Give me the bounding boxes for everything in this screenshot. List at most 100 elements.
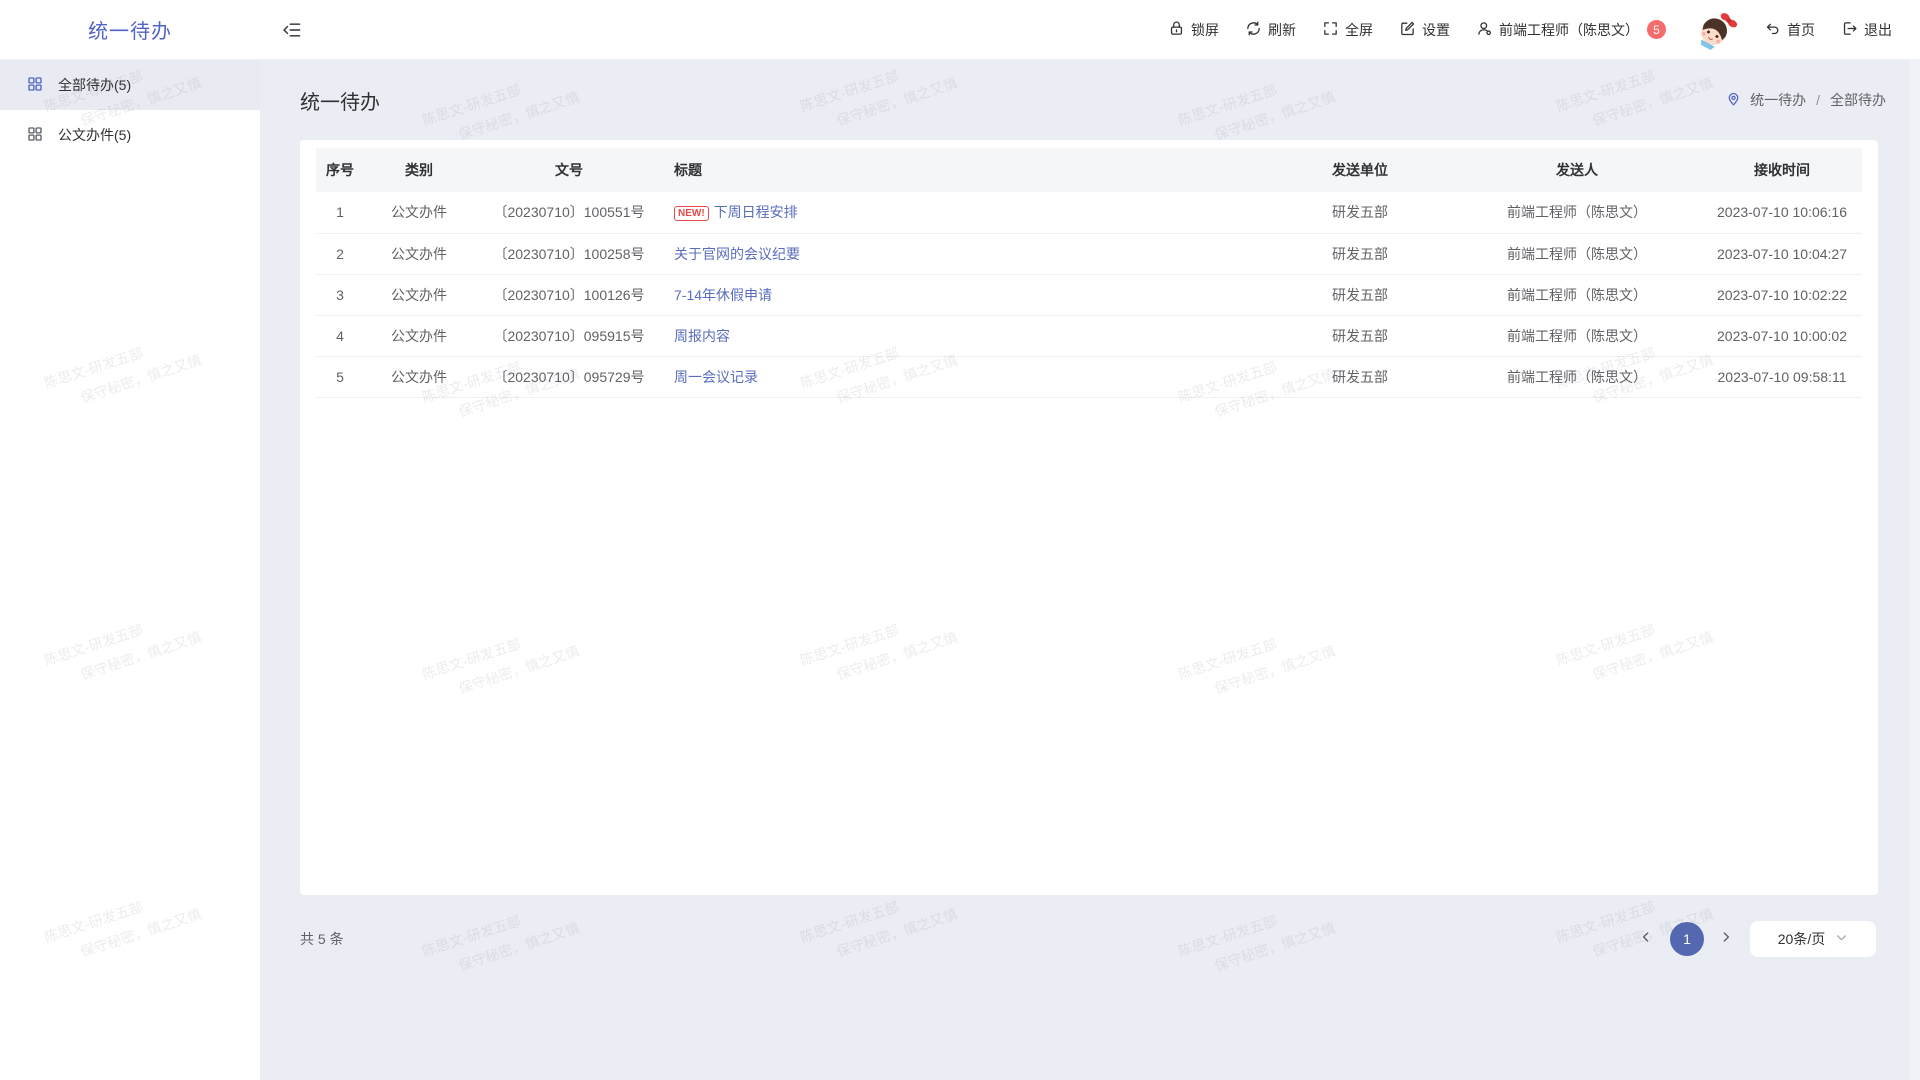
settings-label: 设置 — [1422, 20, 1450, 40]
scrollbar-track[interactable] — [1910, 60, 1920, 1080]
avatar-cartoon-girl — [1695, 7, 1738, 53]
doc-title-link[interactable]: 周一会议记录 — [674, 369, 758, 385]
cell-row-number: 3 — [316, 274, 364, 315]
cell-receive-time: 2023-07-10 10:04:27 — [1702, 233, 1862, 274]
home-button[interactable]: 首页 — [1764, 20, 1815, 40]
sidebar: 全部待办(5) 公文办件(5) — [0, 60, 260, 1080]
sidebar-item-official-docs[interactable]: 公文办件(5) — [0, 110, 260, 160]
table-row: 4公文办件〔20230710〕095915号周报内容 研发五部前端工程师（陈思文）… — [316, 315, 1862, 356]
cell-sender: 前端工程师（陈思文） — [1452, 233, 1702, 274]
doc-title-link[interactable]: 关于官网的会议纪要 — [674, 246, 800, 262]
user-icon — [1476, 20, 1493, 40]
table-header-row: 序号类别文号标题发送单位发送人接收时间 — [316, 148, 1862, 192]
logout-icon — [1841, 20, 1858, 40]
column-header: 标题 — [664, 148, 1268, 192]
settings-button[interactable]: 设置 — [1399, 20, 1450, 40]
next-page-button[interactable] — [1718, 930, 1736, 948]
user-menu[interactable]: 前端工程师（陈思文） 5 — [1476, 20, 1666, 40]
cell-row-number: 4 — [316, 315, 364, 356]
pagination: 1 20条/页 — [1638, 921, 1876, 957]
fullscreen-label: 全屏 — [1345, 20, 1373, 40]
cell-row-number: 2 — [316, 233, 364, 274]
cell-sender: 前端工程师（陈思文） — [1452, 274, 1702, 315]
cell-category: 公文办件 — [364, 315, 474, 356]
settings-edit-icon — [1399, 20, 1416, 40]
cell-title: 关于官网的会议纪要 — [664, 233, 1268, 274]
cell-category: 公文办件 — [364, 356, 474, 397]
page-size-value: 20条/页 — [1778, 929, 1825, 949]
cell-doc-number: 〔20230710〕100126号 — [474, 274, 664, 315]
fullscreen-button[interactable]: 全屏 — [1322, 20, 1373, 40]
breadcrumb-item[interactable]: 统一待办 — [1750, 90, 1806, 110]
new-badge: NEW! — [674, 206, 709, 221]
todo-table-card: 序号类别文号标题发送单位发送人接收时间 1公文办件〔20230710〕10055… — [300, 140, 1878, 895]
chevron-left-icon — [1638, 929, 1654, 950]
cell-doc-number: 〔20230710〕100258号 — [474, 233, 664, 274]
lock-screen-label: 锁屏 — [1191, 20, 1219, 40]
user-avatar[interactable] — [1692, 7, 1738, 53]
cell-sender: 前端工程师（陈思文） — [1452, 315, 1702, 356]
lock-screen-button[interactable]: 锁屏 — [1168, 20, 1219, 40]
table-row: 5公文办件〔20230710〕095729号周一会议记录 研发五部前端工程师（陈思… — [316, 356, 1862, 397]
cell-sending-unit: 研发五部 — [1268, 192, 1452, 233]
breadcrumb-separator: / — [1814, 92, 1822, 108]
refresh-icon — [1245, 20, 1262, 40]
column-header: 类别 — [364, 148, 474, 192]
column-header: 接收时间 — [1702, 148, 1862, 192]
cell-receive-time: 2023-07-10 10:02:22 — [1702, 274, 1862, 315]
cell-sending-unit: 研发五部 — [1268, 274, 1452, 315]
location-pin-icon — [1725, 90, 1742, 110]
table-row: 1公文办件〔20230710〕100551号NEW!下周日程安排研发五部前端工程… — [316, 192, 1862, 233]
chevron-right-icon — [1718, 929, 1734, 950]
cell-doc-number: 〔20230710〕100551号 — [474, 192, 664, 233]
cell-doc-number: 〔20230710〕095729号 — [474, 356, 664, 397]
main-content: 统一待办 统一待办 / 全部待办 序号类别文号标题发送单位发送人接收时间 1公文… — [260, 0, 1920, 957]
total-count: 共 5 条 — [300, 929, 344, 949]
page-number-active[interactable]: 1 — [1670, 922, 1704, 956]
sidebar-item-all-todo[interactable]: 全部待办(5) — [0, 60, 260, 110]
grid-icon — [26, 125, 44, 146]
header-actions: 锁屏 刷新 全屏 设置 — [1168, 7, 1920, 53]
refresh-label: 刷新 — [1268, 20, 1296, 40]
doc-title-link[interactable]: 下周日程安排 — [714, 204, 798, 220]
doc-title-link[interactable]: 7-14年休假申请 — [674, 287, 772, 303]
cell-sender: 前端工程师（陈思文） — [1452, 192, 1702, 233]
cell-receive-time: 2023-07-10 10:00:02 — [1702, 315, 1862, 356]
cell-title: 7-14年休假申请 — [664, 274, 1268, 315]
home-label: 首页 — [1787, 20, 1815, 40]
doc-title-link[interactable]: 周报内容 — [674, 328, 730, 344]
table-row: 2公文办件〔20230710〕100258号关于官网的会议纪要 研发五部前端工程师… — [316, 233, 1862, 274]
cell-sending-unit: 研发五部 — [1268, 315, 1452, 356]
cell-category: 公文办件 — [364, 233, 474, 274]
cell-sending-unit: 研发五部 — [1268, 356, 1452, 397]
top-header: 统一待办 锁屏 刷新 — [0, 0, 1920, 60]
table-body: 1公文办件〔20230710〕100551号NEW!下周日程安排研发五部前端工程… — [316, 192, 1862, 397]
logout-button[interactable]: 退出 — [1841, 20, 1892, 40]
cell-sender: 前端工程师（陈思文） — [1452, 356, 1702, 397]
cell-category: 公文办件 — [364, 274, 474, 315]
breadcrumb: 统一待办 / 全部待办 — [1725, 90, 1886, 110]
table-row: 3公文办件〔20230710〕100126号 7-14年休假申请 研发五部前端工程师… — [316, 274, 1862, 315]
fullscreen-icon — [1322, 20, 1339, 40]
cell-receive-time: 2023-07-10 09:58:11 — [1702, 356, 1862, 397]
sidebar-collapse-button[interactable] — [282, 20, 302, 40]
todo-count-badge: 5 — [1647, 20, 1666, 39]
sidebar-item-label: 公文办件(5) — [58, 125, 131, 145]
cell-sending-unit: 研发五部 — [1268, 233, 1452, 274]
prev-page-button[interactable] — [1638, 930, 1656, 948]
app-logo: 统一待办 — [0, 15, 260, 44]
grid-icon — [26, 75, 44, 96]
page-size-select[interactable]: 20条/页 — [1750, 921, 1876, 957]
refresh-button[interactable]: 刷新 — [1245, 20, 1296, 40]
lock-icon — [1168, 20, 1185, 40]
logout-label: 退出 — [1864, 20, 1892, 40]
cell-category: 公文办件 — [364, 192, 474, 233]
cell-doc-number: 〔20230710〕095915号 — [474, 315, 664, 356]
page-title: 统一待办 — [300, 86, 380, 115]
cell-title: 周报内容 — [664, 315, 1268, 356]
cell-row-number: 5 — [316, 356, 364, 397]
column-header: 发送人 — [1452, 148, 1702, 192]
menu-fold-icon — [282, 27, 302, 44]
breadcrumb-item-current: 全部待办 — [1830, 90, 1886, 110]
sidebar-item-label: 全部待办(5) — [58, 75, 131, 95]
